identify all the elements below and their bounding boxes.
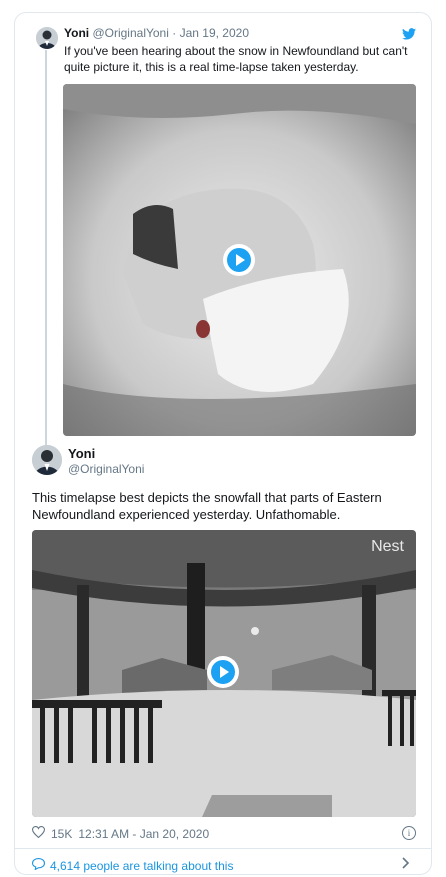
play-button[interactable] — [207, 656, 239, 688]
thread-line — [45, 50, 47, 445]
quoted-tweet-header: Yoni @OriginalYoni · Jan 19, 2020 — [64, 26, 249, 40]
quoted-author-name[interactable]: Yoni — [64, 26, 89, 40]
quoted-author-handle[interactable]: @OriginalYoni — [92, 26, 168, 40]
tweet-timestamp[interactable]: 12:31 AM - Jan 20, 2020 — [78, 827, 209, 841]
main-tweet-video[interactable]: Nest — [32, 530, 416, 817]
avatar[interactable] — [32, 445, 62, 475]
quoted-tweet-text: If you've been hearing about the snow in… — [64, 44, 408, 74]
heart-icon[interactable] — [31, 826, 46, 841]
play-icon — [211, 660, 235, 684]
avatar[interactable] — [36, 27, 58, 49]
separator: · — [172, 26, 177, 40]
conversation-link[interactable]: 4,614 people are talking about this — [31, 858, 234, 873]
speech-bubble-icon — [31, 858, 46, 873]
quoted-tweet-video[interactable] — [63, 84, 416, 436]
chevron-right-icon[interactable] — [402, 857, 410, 872]
divider — [15, 848, 431, 849]
quoted-tweet-date[interactable]: Jan 19, 2020 — [180, 26, 249, 40]
video-brand-overlay: Nest — [371, 538, 404, 555]
conversation-count-text: 4,614 people are talking about this — [50, 858, 234, 873]
tweet-meta: 15K 12:31 AM - Jan 20, 2020 — [31, 826, 209, 841]
info-icon[interactable]: i — [402, 826, 416, 840]
author-name[interactable]: Yoni — [68, 446, 95, 461]
tweet-text: This timelapse best depicts the snowfall… — [32, 490, 382, 522]
like-count[interactable]: 15K — [51, 827, 72, 841]
play-button[interactable] — [223, 244, 255, 276]
author-handle[interactable]: @OriginalYoni — [68, 462, 144, 476]
play-icon — [227, 248, 251, 272]
